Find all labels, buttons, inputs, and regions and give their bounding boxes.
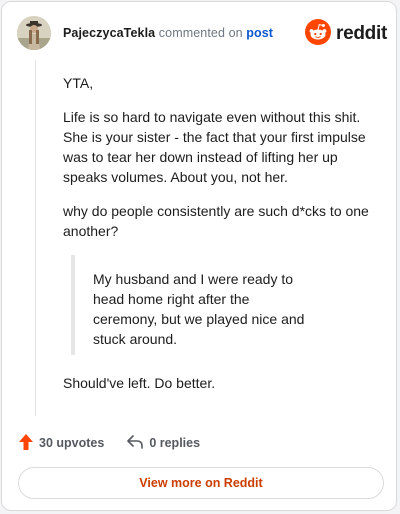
blockquote: My husband and I were ready to head home…: [71, 255, 308, 355]
thread-line: [35, 60, 36, 416]
comment-header: PajeczycaTekla commented on post reddit: [17, 16, 387, 52]
post-link[interactable]: post: [246, 26, 273, 40]
comment-closing: Should've left. Do better.: [63, 375, 216, 391]
upvote-count: 30 upvotes: [39, 436, 105, 450]
reddit-brand-link[interactable]: reddit: [305, 18, 387, 50]
view-more-on-reddit-button[interactable]: View more on Reddit: [18, 467, 384, 499]
comment-embed-card: PajeczycaTekla commented on post reddit: [1, 1, 397, 511]
reply-count: 0 replies: [149, 436, 201, 450]
reply-arrow-icon: [126, 434, 144, 453]
reply-button[interactable]: 0 replies: [126, 434, 200, 453]
upvote-button[interactable]: 30 upvotes: [18, 433, 104, 454]
reddit-logo-icon: [305, 18, 332, 50]
comment-body: YTA, Life is so hard to navigate even wi…: [63, 73, 379, 407]
upvote-arrow-icon: [18, 433, 34, 454]
reddit-wordmark: reddit: [336, 23, 387, 44]
user-avatar[interactable]: [17, 16, 51, 50]
action-text: commented on: [158, 26, 243, 40]
comment-paragraph: why do people consistently are such d*ck…: [63, 203, 369, 239]
comment-paragraph: YTA,: [63, 75, 94, 91]
comment-actions: 30 upvotes 0 replies: [18, 432, 200, 454]
quote-text: My husband and I were ready to head home…: [93, 271, 305, 347]
comment-paragraph: Life is so hard to navigate even without…: [63, 109, 366, 185]
comment-meta: PajeczycaTekla commented on post: [63, 26, 273, 40]
username-link[interactable]: PajeczycaTekla: [63, 26, 155, 40]
